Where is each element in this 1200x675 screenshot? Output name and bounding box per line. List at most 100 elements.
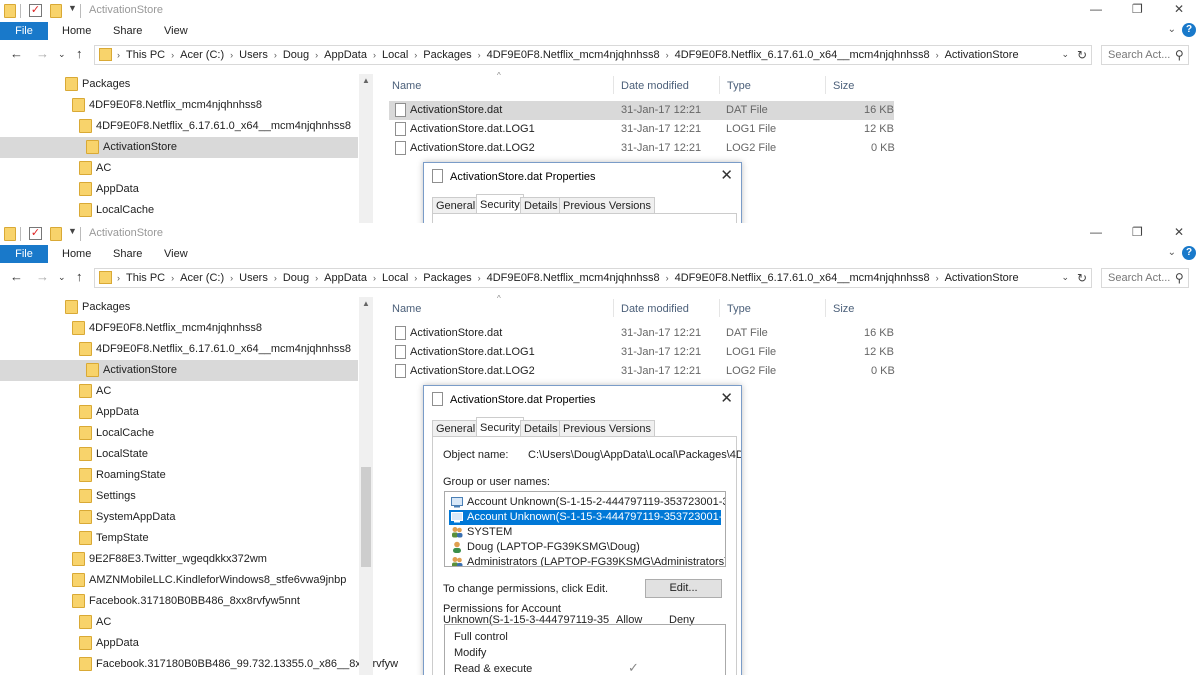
tree-item[interactable]: 4DF9E0F8.Netflix_mcm4njqhnhss8	[0, 318, 358, 339]
tree-item[interactable]: 9E2F88E3.Twitter_wgeqdkkx372wm	[0, 549, 358, 570]
crumb-packages[interactable]: Packages	[423, 272, 471, 284]
tab-security[interactable]: Security	[476, 417, 524, 437]
close-icon[interactable]: ✕	[1174, 2, 1184, 16]
tree-item[interactable]: Settings	[0, 486, 358, 507]
crumb-activationstore[interactable]: ActivationStore	[945, 272, 1019, 284]
tree-item[interactable]: LocalCache	[0, 423, 358, 444]
tree-item[interactable]: 4DF9E0F8.Netflix_mcm4njqhnhss8	[0, 95, 358, 116]
tree-item[interactable]: RoamingState	[0, 465, 358, 486]
quick-access-dropdown-icon[interactable]: ▼	[68, 226, 77, 236]
tab-home[interactable]: Home	[62, 248, 91, 260]
column-name[interactable]: Name	[392, 80, 421, 92]
tab-home[interactable]: Home	[62, 25, 91, 37]
crumb-this-pc[interactable]: This PC	[126, 272, 165, 284]
new-folder-icon[interactable]	[50, 227, 62, 241]
tree-item[interactable]: TempState	[0, 528, 358, 549]
column-size[interactable]: Size	[833, 303, 854, 315]
help-icon[interactable]: ?	[1182, 23, 1196, 37]
column-divider[interactable]	[719, 76, 720, 94]
crumb-netflix-version[interactable]: 4DF9E0F8.Netflix_6.17.61.0_x64__mcm4njqh…	[675, 272, 930, 284]
tab-general[interactable]: General	[432, 420, 480, 437]
quick-access-dropdown-icon[interactable]: ▼	[68, 3, 77, 13]
forward-arrow-icon[interactable]: →	[36, 46, 49, 61]
crumb-drive[interactable]: Acer (C:)	[180, 49, 224, 61]
tree-item[interactable]: AMZNMobileLLC.KindleforWindows8_stfe6vwa…	[0, 570, 358, 591]
up-arrow-icon[interactable]: ↑	[76, 269, 83, 284]
tree-item[interactable]: AC	[0, 381, 358, 402]
recent-dropdown-icon[interactable]: ⌄	[58, 49, 66, 60]
crumb-netflix-package[interactable]: 4DF9E0F8.Netflix_mcm4njqhnhss8	[487, 272, 660, 284]
address-bar[interactable]: › This PC › Acer (C:) › Users › Doug › AppData › Lo…	[94, 45, 1092, 65]
crumb-doug[interactable]: Doug	[283, 49, 309, 61]
tab-previous-versions[interactable]: Previous Versions	[559, 197, 656, 214]
search-input[interactable]: Search Act...	[1108, 49, 1170, 61]
file-row[interactable]: ActivationStore.dat.LOG2 31-Jan-17 12:21…	[389, 362, 895, 381]
tree-item[interactable]: Packages	[0, 74, 358, 95]
tab-view[interactable]: View	[164, 248, 188, 260]
column-divider[interactable]	[825, 299, 826, 317]
tab-share[interactable]: Share	[113, 25, 142, 37]
tab-security[interactable]: Security	[476, 194, 524, 214]
column-divider[interactable]	[613, 299, 614, 317]
column-name[interactable]: Name	[392, 303, 421, 315]
tree-item[interactable]: 4DF9E0F8.Netflix_6.17.61.0_x64__mcm4njqh…	[0, 339, 358, 360]
close-icon[interactable]: ✕	[720, 389, 733, 407]
address-bar[interactable]: › This PC › Acer (C:) › Users › Doug › AppData › Lo…	[94, 268, 1092, 288]
tree-item[interactable]: AC	[0, 158, 358, 179]
file-row[interactable]: ActivationStore.dat.LOG1 31-Jan-17 12:21…	[389, 343, 894, 362]
tree-item-selected[interactable]: ActivationStore	[0, 360, 358, 381]
nav-scrollbar[interactable]: ▲	[359, 74, 373, 223]
crumb-activationstore[interactable]: ActivationStore	[945, 49, 1019, 61]
tab-previous-versions[interactable]: Previous Versions	[559, 420, 656, 437]
expand-ribbon-icon[interactable]: ⌄	[1168, 24, 1176, 35]
restore-icon[interactable]: ❐	[1132, 2, 1143, 16]
close-icon[interactable]: ✕	[720, 166, 733, 184]
crumb-local[interactable]: Local	[382, 49, 408, 61]
close-icon[interactable]: ✕	[1174, 225, 1184, 239]
list-item[interactable]: Administrators (LAPTOP-FG39KSMG\Administ…	[449, 555, 725, 566]
crumb-local[interactable]: Local	[382, 272, 408, 284]
column-divider[interactable]	[613, 76, 614, 94]
scroll-up-icon[interactable]: ▲	[362, 299, 370, 308]
expand-ribbon-icon[interactable]: ⌄	[1168, 247, 1176, 258]
tree-item[interactable]: AppData	[0, 179, 358, 200]
tab-share[interactable]: Share	[113, 248, 142, 260]
up-arrow-icon[interactable]: ↑	[76, 46, 83, 61]
tree-item[interactable]: 4DF9E0F8.Netflix_6.17.61.0_x64__mcm4njqh…	[0, 116, 358, 137]
tree-item[interactable]: LocalCache	[0, 200, 358, 221]
group-user-list[interactable]: Account Unknown(S-1-15-2-444797119-35372…	[444, 491, 726, 567]
forward-arrow-icon[interactable]: →	[36, 269, 49, 284]
tab-details[interactable]: Details	[520, 420, 562, 437]
nav-scrollbar[interactable]: ▲	[359, 297, 373, 675]
tab-file[interactable]: File	[0, 245, 48, 263]
list-item-selected[interactable]: Account Unknown(S-1-15-3-444797119-35372…	[449, 510, 725, 525]
tab-view[interactable]: View	[164, 25, 188, 37]
search-box[interactable]: Search Act... ⚲	[1101, 268, 1189, 288]
address-dropdown-icon[interactable]: ⌄	[1061, 49, 1069, 60]
help-icon[interactable]: ?	[1182, 246, 1196, 260]
crumb-users[interactable]: Users	[239, 272, 268, 284]
file-row-selected[interactable]: ActivationStore.dat 31-Jan-17 12:21 DAT …	[389, 101, 894, 120]
back-arrow-icon[interactable]: ←	[10, 269, 23, 284]
tab-file[interactable]: File	[0, 22, 48, 40]
column-date-modified[interactable]: Date modified	[621, 303, 689, 315]
edit-button[interactable]: Edit...	[645, 579, 722, 598]
search-box[interactable]: Search Act... ⚲	[1101, 45, 1189, 65]
tree-item-selected[interactable]: ActivationStore	[0, 137, 358, 158]
refresh-icon[interactable]: ↻	[1077, 271, 1087, 285]
crumb-appdata[interactable]: AppData	[324, 272, 367, 284]
tree-item[interactable]: LocalState	[0, 444, 358, 465]
tree-item[interactable]: AppData	[0, 402, 358, 423]
properties-check-icon[interactable]: ✓	[29, 227, 42, 240]
crumb-netflix-version[interactable]: 4DF9E0F8.Netflix_6.17.61.0_x64__mcm4njqh…	[675, 49, 930, 61]
column-date-modified[interactable]: Date modified	[621, 80, 689, 92]
tree-item[interactable]: Packages	[0, 297, 358, 318]
crumb-appdata[interactable]: AppData	[324, 49, 367, 61]
crumb-netflix-package[interactable]: 4DF9E0F8.Netflix_mcm4njqhnhss8	[487, 49, 660, 61]
file-row[interactable]: ActivationStore.dat 31-Jan-17 12:21 DAT …	[389, 324, 894, 343]
crumb-drive[interactable]: Acer (C:)	[180, 272, 224, 284]
new-folder-icon[interactable]	[50, 4, 62, 18]
tree-item[interactable]: AC	[0, 612, 358, 633]
minimize-icon[interactable]: —	[1090, 2, 1102, 16]
back-arrow-icon[interactable]: ←	[10, 46, 23, 61]
